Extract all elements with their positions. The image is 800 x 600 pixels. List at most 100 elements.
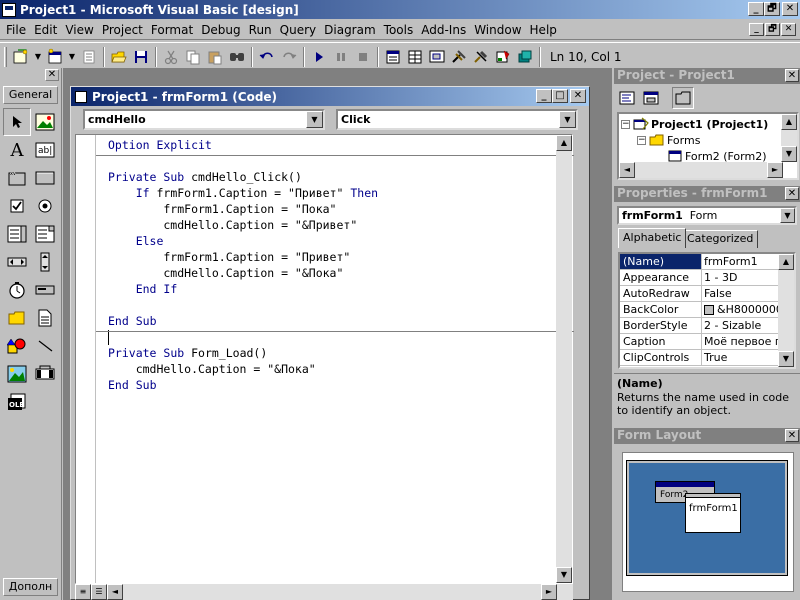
scroll-left-icon[interactable]: ◄: [107, 584, 123, 600]
tree-horizontal-scrollbar[interactable]: ◄ ►: [619, 162, 783, 178]
frame-tool-icon[interactable]: xv: [3, 164, 31, 192]
view-code-icon[interactable]: [616, 87, 638, 109]
code-window-close-button[interactable]: ✕: [570, 89, 586, 103]
add-form-dropdown-icon[interactable]: ▼: [66, 46, 78, 68]
chevron-down-icon[interactable]: ▼: [306, 111, 323, 128]
margin-indicator-bar[interactable]: [76, 135, 96, 583]
property-grid[interactable]: (Name) frmForm1 Appearance 1 - 3D AutoRedraw…: [618, 252, 796, 369]
code-line[interactable]: End Sub: [108, 313, 378, 329]
code-line[interactable]: frmForm1.Caption = "Привет": [108, 249, 378, 265]
toolbox-close-icon[interactable]: ✕: [45, 69, 59, 81]
vb-app-icon[interactable]: [2, 2, 16, 17]
code-window-minimize-button[interactable]: _: [536, 89, 552, 103]
picturebox-tool-icon[interactable]: [31, 108, 59, 136]
object-combo[interactable]: cmdHello ▼: [83, 109, 325, 130]
label-tool-icon[interactable]: A: [3, 136, 31, 164]
dirlistbox-tool-icon[interactable]: [3, 304, 31, 332]
code-window-title-bar[interactable]: Project1 - frmForm1 (Code) _ □ ✕: [71, 87, 589, 106]
toolbox-tab-additional[interactable]: Дополн: [3, 578, 58, 596]
tab-categorized[interactable]: Categorized: [682, 230, 759, 248]
mdi-restore-button[interactable]: 🗗: [765, 23, 780, 36]
view-object-icon[interactable]: [640, 87, 662, 109]
pointer-tool-icon[interactable]: [3, 108, 31, 136]
collapse-icon[interactable]: −: [621, 119, 630, 129]
filelistbox-tool-icon[interactable]: [31, 304, 59, 332]
line-tool-icon[interactable]: [31, 332, 59, 360]
combobox-tool-icon[interactable]: [3, 220, 31, 248]
undo-icon[interactable]: [256, 46, 278, 68]
property-row[interactable]: Caption Моё первое пр: [620, 334, 794, 350]
code-line[interactable]: Private Sub Form_Load(): [108, 345, 316, 361]
scroll-up-icon[interactable]: ▲: [781, 114, 797, 130]
menu-query[interactable]: Query: [276, 23, 320, 37]
commandbutton-tool-icon[interactable]: [31, 164, 59, 192]
code-window-maximize-button[interactable]: □: [552, 89, 568, 103]
shape-tool-icon[interactable]: [3, 332, 31, 360]
scroll-up-icon[interactable]: ▲: [556, 135, 572, 151]
form-layout-icon[interactable]: [426, 46, 448, 68]
scroll-right-icon[interactable]: ►: [767, 162, 783, 178]
chevron-down-icon[interactable]: ▼: [780, 208, 795, 223]
cut-icon[interactable]: [160, 46, 182, 68]
restore-button[interactable]: 🗗: [764, 2, 780, 16]
save-icon[interactable]: [130, 46, 152, 68]
scroll-up-icon[interactable]: ▲: [778, 254, 794, 270]
component-manager-icon[interactable]: [514, 46, 536, 68]
tab-alphabetic[interactable]: Alphabetic: [618, 228, 687, 248]
app-title-bar[interactable]: Project1 - Microsoft Visual Basic [desig…: [0, 0, 800, 19]
redo-icon[interactable]: [278, 46, 300, 68]
add-project-dropdown-icon[interactable]: ▼: [32, 46, 44, 68]
code-line[interactable]: cmdHello.Caption = "&Пока": [108, 265, 378, 281]
mdi-close-button[interactable]: ✕: [781, 23, 796, 36]
menu-run[interactable]: Run: [245, 23, 276, 37]
project-panel-close-icon[interactable]: ✕: [785, 69, 799, 82]
ole-tool-icon[interactable]: OLE: [3, 388, 31, 416]
end-icon[interactable]: [352, 46, 374, 68]
menu-edit[interactable]: Edit: [30, 23, 61, 37]
menu-add-ins[interactable]: Add-Ins: [417, 23, 470, 37]
data-tool-icon[interactable]: [31, 360, 59, 388]
code-editor[interactable]: Option Explicit Private Sub cmdHello_Cli…: [75, 134, 574, 584]
property-row[interactable]: BorderStyle 2 - Sizable: [620, 318, 794, 334]
code-line[interactable]: Else: [108, 233, 378, 249]
chevron-down-icon[interactable]: ▼: [559, 111, 576, 128]
code-line[interactable]: Option Explicit: [108, 137, 212, 153]
start-icon[interactable]: [308, 46, 330, 68]
menu-editor-icon[interactable]: [78, 46, 100, 68]
menu-project[interactable]: Project: [98, 23, 147, 37]
vscrollbar-tool-icon[interactable]: [31, 248, 59, 276]
toolbox-icon[interactable]: [470, 46, 492, 68]
textbox-tool-icon[interactable]: ab|: [31, 136, 59, 164]
optionbutton-tool-icon[interactable]: [31, 192, 59, 220]
image-tool-icon[interactable]: [3, 360, 31, 388]
tree-vertical-scrollbar[interactable]: ▲ ▼: [781, 114, 797, 162]
menu-format[interactable]: Format: [147, 23, 197, 37]
code-line[interactable]: If frmForm1.Caption = "Привет" Then: [108, 185, 378, 201]
menu-file[interactable]: File: [2, 23, 30, 37]
data-view-icon[interactable]: [492, 46, 514, 68]
property-row[interactable]: AutoRedraw False: [620, 286, 794, 302]
add-project-icon[interactable]: [10, 46, 32, 68]
frmform1-preview[interactable]: frmForm1: [685, 493, 741, 533]
break-icon[interactable]: [330, 46, 352, 68]
copy-icon[interactable]: [182, 46, 204, 68]
project-explorer-icon[interactable]: [382, 46, 404, 68]
object-selector-combo[interactable]: frmForm1 Form ▼: [617, 206, 797, 225]
hscrollbar-tool-icon[interactable]: [3, 248, 31, 276]
menu-view[interactable]: View: [61, 23, 97, 37]
code-line[interactable]: [108, 297, 378, 313]
collapse-icon[interactable]: −: [637, 135, 646, 145]
project-tree[interactable]: − Project1 (Project1) − Forms Form2 (For…: [617, 112, 799, 180]
code-section-declarations[interactable]: Option Explicit: [108, 137, 212, 153]
menu-window[interactable]: Window: [470, 23, 525, 37]
scroll-left-icon[interactable]: ◄: [619, 162, 635, 178]
add-form-icon[interactable]: [44, 46, 66, 68]
close-button[interactable]: ✕: [782, 2, 798, 16]
property-row[interactable]: BackColor &H8000000: [620, 302, 794, 318]
code-horizontal-scrollbar[interactable]: ≡ ☰ ◄ ►: [75, 584, 573, 600]
object-browser-icon[interactable]: [448, 46, 470, 68]
toolbox-tab-general[interactable]: General: [3, 86, 58, 104]
scroll-down-icon[interactable]: ▼: [781, 146, 797, 162]
code-line[interactable]: End Sub: [108, 377, 316, 393]
menu-diagram[interactable]: Diagram: [320, 23, 380, 37]
